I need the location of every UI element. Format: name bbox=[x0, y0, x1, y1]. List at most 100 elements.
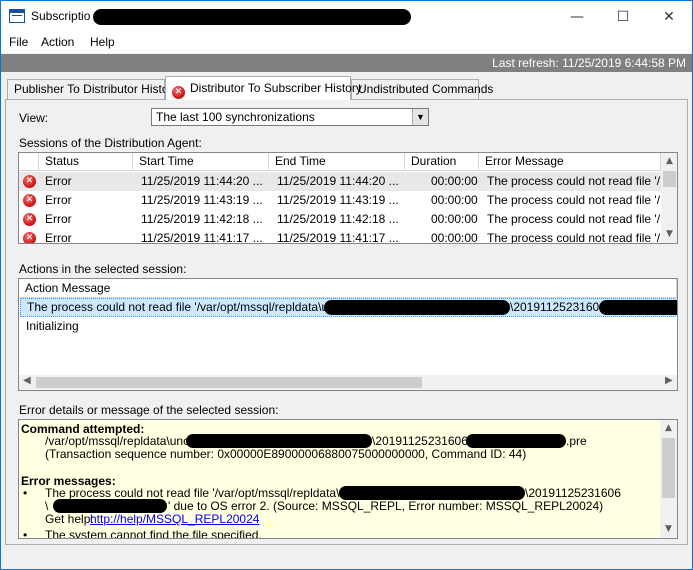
error-message-cell: The process could not read file '/... bbox=[487, 231, 661, 244]
view-label: View: bbox=[19, 111, 49, 125]
replication-monitor-icon bbox=[9, 9, 25, 23]
status-cell: Error bbox=[45, 174, 72, 188]
title-bar[interactable]: Subscriptio — ☐ ✕ bbox=[1, 1, 692, 32]
end-time-cell: 11/25/2019 11:43:19 ... bbox=[277, 193, 399, 207]
end-time-cell: 11/25/2019 11:41:17 ... bbox=[277, 231, 399, 244]
get-help-label: Get help: bbox=[45, 512, 94, 526]
start-time-cell: 11/25/2019 11:43:19 ... bbox=[141, 193, 263, 207]
end-time-cell: 11/25/2019 11:44:20 ... bbox=[277, 174, 399, 188]
error-message-suffix: \20191125231606 bbox=[525, 486, 621, 500]
end-time-cell: 11/25/2019 11:42:18 ... bbox=[277, 212, 399, 226]
table-row[interactable]: ✕ Error 11/25/2019 11:44:20 ... 11/25/20… bbox=[19, 172, 670, 191]
status-strip bbox=[1, 547, 692, 569]
column-error-message[interactable]: Error Message bbox=[479, 153, 661, 171]
list-item[interactable]: Initializing bbox=[20, 317, 676, 336]
command-path-mid: \20191125231606\ bbox=[372, 434, 472, 448]
error-icon: ✕ bbox=[23, 175, 36, 188]
transaction-info-text: (Transaction sequence number: 0x00000E89… bbox=[45, 447, 527, 461]
duration-cell: 00:00:00 bbox=[431, 174, 478, 188]
command-path-suffix: .pre bbox=[566, 434, 587, 448]
list-item[interactable]: The process could not read file '/var/op… bbox=[20, 298, 677, 317]
table-row[interactable]: ✕ Error 11/25/2019 11:41:17 ... 11/25/20… bbox=[19, 229, 661, 244]
sessions-grid: Status Start Time End Time Duration Erro… bbox=[18, 152, 678, 244]
error-message-text: The process could not read file '/var/op… bbox=[45, 486, 363, 500]
subscription-window: Subscriptio — ☐ ✕ File Action Help Last … bbox=[0, 0, 693, 570]
column-action-message[interactable]: Action Message bbox=[19, 279, 677, 298]
status-cell: Error bbox=[45, 231, 72, 244]
bullet: • bbox=[23, 486, 28, 500]
sessions-vertical-scrollbar[interactable]: ▲ ▼ bbox=[661, 153, 677, 243]
start-time-cell: 11/25/2019 11:44:20 ... bbox=[141, 174, 263, 188]
window-title: Subscriptio bbox=[31, 9, 91, 23]
column-start-time[interactable]: Start Time bbox=[133, 153, 269, 171]
scroll-down-icon[interactable]: ▼ bbox=[661, 226, 677, 243]
redacted-region bbox=[53, 499, 167, 513]
redacted-region bbox=[186, 434, 372, 448]
start-time-cell: 11/25/2019 11:41:17 ... bbox=[141, 231, 263, 244]
menu-help[interactable]: Help bbox=[90, 35, 115, 49]
menu-bar: File Action Help bbox=[1, 32, 692, 53]
action-message-text: Initializing bbox=[26, 319, 79, 333]
redacted-region bbox=[324, 300, 510, 315]
actions-label: Actions in the selected session: bbox=[19, 262, 187, 276]
column-duration[interactable]: Duration bbox=[405, 153, 479, 171]
tab-label: Publisher To Distributor History bbox=[14, 82, 179, 96]
scroll-up-icon[interactable]: ▲ bbox=[660, 420, 677, 437]
command-path-text: /var/opt/mssql/repldata\unc\ bbox=[45, 434, 193, 448]
sessions-label: Sessions of the Distribution Agent: bbox=[19, 136, 202, 150]
action-message-text: The process could not read file '/var/op… bbox=[27, 300, 345, 314]
status-cell: Error bbox=[45, 193, 72, 207]
actions-horizontal-scrollbar[interactable]: ◀ ▶ bbox=[19, 375, 677, 390]
error-message-cell: The process could not read file '/... bbox=[487, 212, 671, 226]
scroll-down-icon[interactable]: ▼ bbox=[660, 521, 677, 538]
duration-cell: 00:00:00 bbox=[431, 212, 478, 226]
scroll-left-icon[interactable]: ◀ bbox=[23, 375, 31, 386]
scroll-thumb[interactable] bbox=[662, 438, 675, 498]
table-row[interactable]: ✕ Error 11/25/2019 11:42:18 ... 11/25/20… bbox=[19, 210, 670, 229]
status-cell: Error bbox=[45, 212, 72, 226]
tab-publisher-to-distributor[interactable]: Publisher To Distributor History bbox=[7, 79, 179, 100]
start-time-cell: 11/25/2019 11:42:18 ... bbox=[141, 212, 263, 226]
column-status[interactable]: Status bbox=[39, 153, 133, 171]
error-message-text: The system cannot find the file specifie… bbox=[45, 528, 262, 539]
tab-distributor-to-subscriber[interactable]: ✕ Distributor To Subscriber History bbox=[165, 76, 362, 100]
scroll-thumb[interactable] bbox=[36, 377, 422, 388]
tab-strip: Publisher To Distributor History ✕ Distri… bbox=[1, 76, 692, 100]
error-icon: ✕ bbox=[172, 86, 185, 99]
duration-cell: 00:00:00 bbox=[431, 193, 478, 207]
tab-undistributed-commands[interactable]: Undistributed Commands bbox=[351, 79, 493, 100]
duration-cell: 00:00:00 bbox=[431, 231, 478, 244]
scroll-right-icon[interactable]: ▶ bbox=[665, 375, 673, 386]
error-message-line2: ' due to OS error 2. (Source: MSSQL_REPL… bbox=[168, 499, 604, 513]
tab-label: Distributor To Subscriber History bbox=[190, 81, 362, 95]
error-message-line2-prefix: \ bbox=[45, 499, 49, 513]
close-button[interactable]: ✕ bbox=[646, 1, 692, 32]
scroll-up-icon[interactable]: ▲ bbox=[661, 153, 677, 170]
details-label: Error details or message of the selected… bbox=[19, 403, 279, 417]
action-message-suffix: \20191125231606\ bbox=[510, 300, 610, 314]
error-icon: ✕ bbox=[23, 232, 36, 243]
view-select[interactable]: The last 100 synchronizations ▼ bbox=[151, 108, 429, 126]
tab-label: Undistributed Commands bbox=[358, 82, 494, 96]
redacted-region bbox=[339, 486, 525, 500]
chevron-down-icon[interactable]: ▼ bbox=[412, 109, 428, 125]
row-header-column bbox=[19, 153, 39, 171]
table-row[interactable]: ✕ Error 11/25/2019 11:43:19 ... 11/25/20… bbox=[19, 191, 670, 210]
menu-action[interactable]: Action bbox=[41, 35, 74, 49]
scroll-thumb[interactable] bbox=[663, 171, 676, 187]
redacted-region bbox=[599, 300, 677, 315]
error-details-panel[interactable]: Command attempted: /var/opt/mssql/replda… bbox=[18, 419, 678, 539]
details-vertical-scrollbar[interactable]: ▲ ▼ bbox=[660, 420, 677, 538]
view-select-value: The last 100 synchronizations bbox=[156, 110, 315, 124]
redacted-region bbox=[93, 9, 411, 25]
bullet: • bbox=[23, 528, 28, 539]
help-link[interactable]: http://help/MSSQL_REPL20024 bbox=[90, 512, 259, 526]
maximize-button[interactable]: ☐ bbox=[600, 1, 646, 32]
actions-grid: Action Message The process could not rea… bbox=[18, 278, 678, 391]
redacted-region bbox=[466, 434, 566, 448]
minimize-button[interactable]: — bbox=[554, 1, 600, 32]
column-end-time[interactable]: End Time bbox=[269, 153, 405, 171]
last-refresh-bar: Last refresh: 11/25/2019 6:44:58 PM bbox=[1, 54, 692, 72]
menu-file[interactable]: File bbox=[9, 35, 28, 49]
error-message-cell: The process could not read file '/... bbox=[487, 193, 671, 207]
